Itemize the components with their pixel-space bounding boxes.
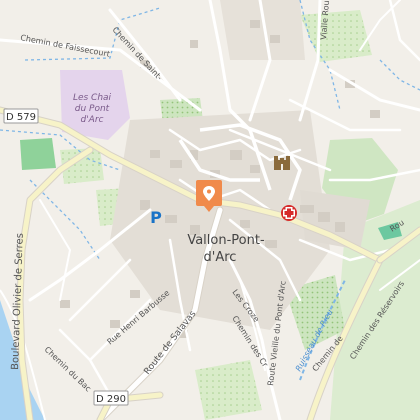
map-canvas: Chemin de Faissecourte Chemin de Saint-L… bbox=[0, 0, 420, 420]
poi-label-line2: du Pont bbox=[75, 104, 110, 114]
sports-field bbox=[20, 138, 56, 170]
poi-label-line1: Les Chai bbox=[73, 93, 112, 103]
parking-icon[interactable]: P bbox=[150, 208, 162, 227]
town-name-line2: d'Arc bbox=[204, 250, 237, 265]
poi-label-line3: d'Arc bbox=[81, 115, 104, 125]
svg-text:D 579: D 579 bbox=[6, 112, 36, 123]
town-name-line1: Vallon-Pont- bbox=[187, 233, 265, 248]
road-shield-d579: D 579 bbox=[3, 108, 39, 124]
svg-text:D 290: D 290 bbox=[96, 394, 126, 405]
pharmacy-icon[interactable] bbox=[281, 205, 297, 221]
map-view[interactable]: Chemin de Faissecourte Chemin de Saint-L… bbox=[0, 0, 420, 420]
vineyard-area bbox=[195, 360, 262, 420]
castle-icon[interactable] bbox=[274, 156, 290, 170]
svg-text:P: P bbox=[150, 208, 162, 227]
road-shield-d290: D 290 bbox=[93, 390, 129, 406]
